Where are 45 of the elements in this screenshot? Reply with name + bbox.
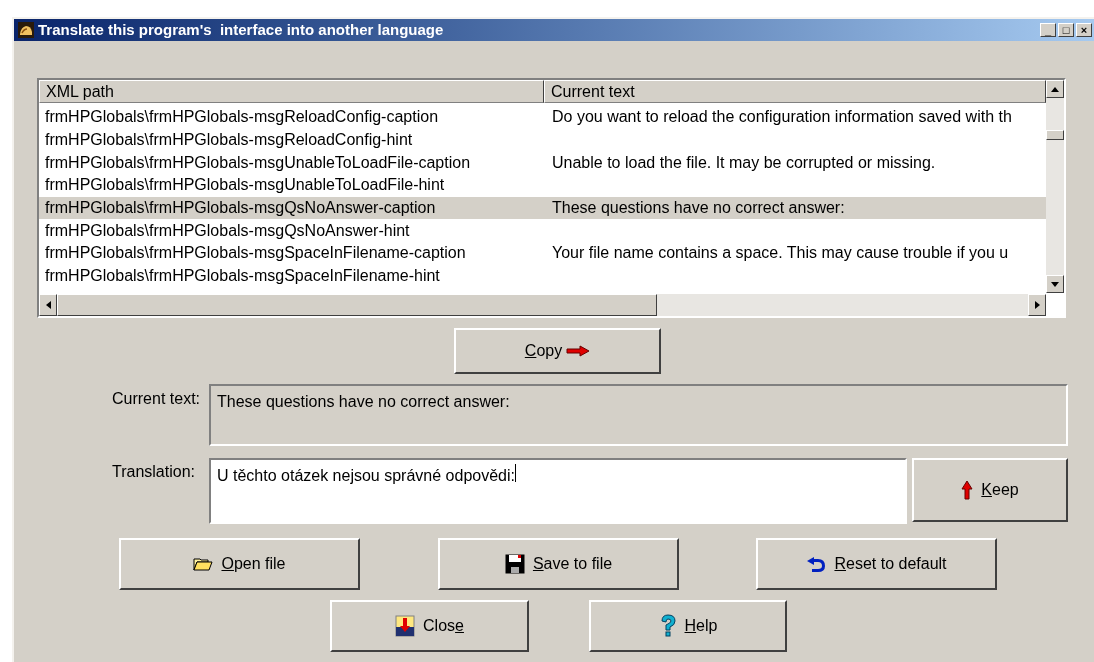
scroll-right-icon[interactable] <box>1028 294 1046 316</box>
column-header[interactable]: XML path <box>39 80 544 103</box>
horizontal-scrollbar[interactable] <box>39 294 1046 316</box>
scroll-thumb[interactable] <box>57 294 657 316</box>
arrow-up-icon <box>961 480 974 500</box>
table-cell-text: frmHPGlobals\frmHPGlobals-msgQsNoAnswer-caption <box>44 198 437 219</box>
table-row[interactable]: frmHPGlobals\frmHPGlobals-msgQsNoAnswer-caption These questions have no correct answer: <box>39 196 1046 220</box>
scroll-thumb[interactable] <box>1046 130 1064 140</box>
copy-button[interactable]: Copy <box>454 328 661 374</box>
exit-icon <box>395 615 416 637</box>
undo-arrow-icon <box>806 555 827 573</box>
app-icon <box>18 22 34 38</box>
help-button[interactable]: Help <box>589 600 787 652</box>
scroll-up-icon[interactable] <box>1046 80 1064 98</box>
window-title: Translate this program's interface into another language <box>38 19 444 40</box>
scroll-left-icon[interactable] <box>39 294 57 316</box>
table-cell-text: frmHPGlobals\frmHPGlobals-msgQsNoAnswer-hint <box>44 220 411 241</box>
current-text-label: Current text: <box>112 389 201 409</box>
reset-button[interactable]: Reset to default <box>756 538 997 590</box>
table-cell-text: Do you want to reload the configuration information saved with th <box>551 107 1012 128</box>
open-button[interactable]: Open file <box>119 538 360 590</box>
vertical-scrollbar[interactable] <box>1046 80 1064 293</box>
table-cell-text: frmHPGlobals\frmHPGlobals-msgReloadConfig-hint <box>44 130 414 151</box>
maximize-button[interactable]: □ <box>1058 23 1074 37</box>
table-cell-text: frmHPGlobals\frmHPGlobals-msgUnableToLoadFile-caption <box>44 152 472 173</box>
table-cell-text: frmHPGlobals\frmHPGlobals-msgReloadConfig-caption <box>44 107 440 128</box>
arrow-right-icon <box>566 345 591 357</box>
scroll-down-icon[interactable] <box>1046 275 1064 293</box>
minimize-button[interactable]: _ <box>1040 23 1056 37</box>
table-cell-text: frmHPGlobals\frmHPGlobals-msgSpaceInFilename-caption <box>44 243 467 264</box>
translation-field[interactable]: U těchto otázek nejsou správné odpovědi: <box>209 458 907 524</box>
current-text-box: These questions have no correct answer: <box>209 384 1068 446</box>
table-cell-text: These questions have no correct answer: <box>551 198 845 219</box>
translation-label: Translation: <box>112 462 195 482</box>
table-cell-text: Your file name contains a space. This may cause trouble if you u <box>551 243 1009 264</box>
save-button[interactable]: Save to file <box>438 538 679 590</box>
close-button[interactable]: Close <box>330 600 529 652</box>
close-button[interactable]: × <box>1076 23 1092 37</box>
table-cell-text: frmHPGlobals\frmHPGlobals-msgSpaceInFilename-hint <box>44 266 441 287</box>
keep-button[interactable]: Keep <box>912 458 1068 522</box>
table-cell-text: frmHPGlobals\frmHPGlobals-msgUnableToLoadFile-hint <box>44 175 446 196</box>
help-icon <box>658 614 677 638</box>
folder-icon <box>193 557 214 571</box>
column-header[interactable]: Current text <box>544 80 1046 103</box>
table-cell-text: Unable to load the file. It may be corrupted or missing. <box>551 152 936 173</box>
